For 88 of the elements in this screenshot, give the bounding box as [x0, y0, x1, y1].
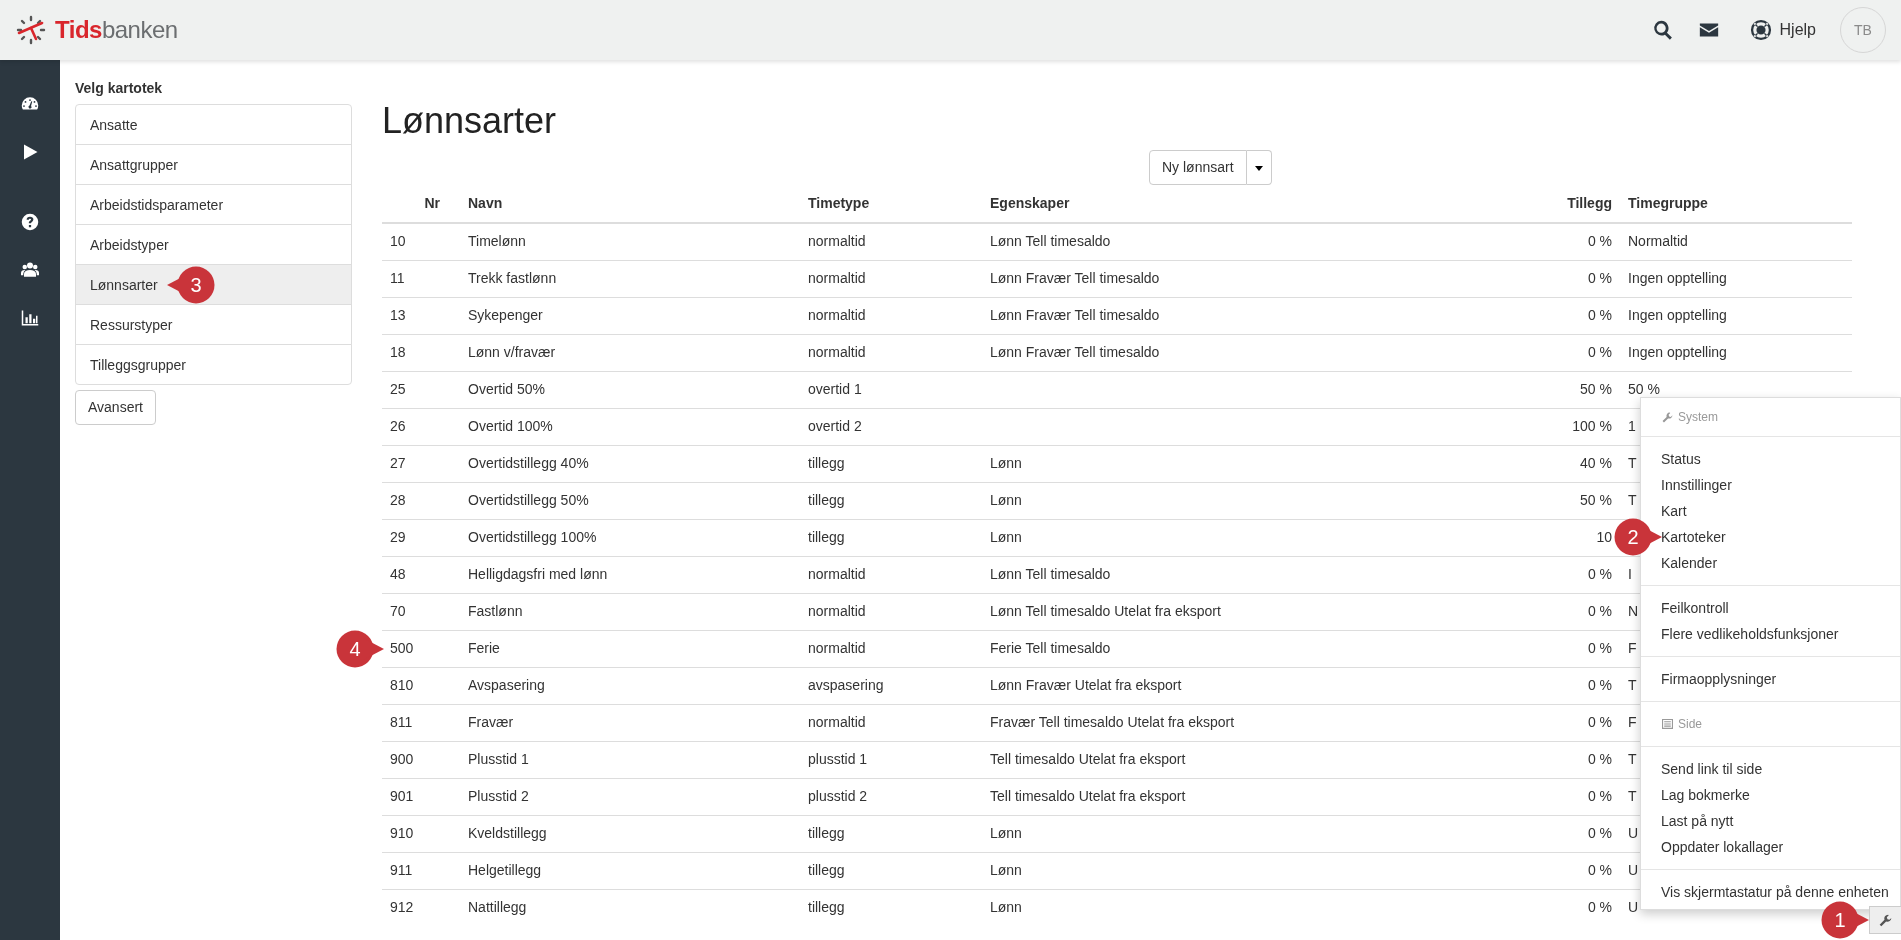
- table-cell: T: [1628, 788, 1637, 805]
- table-cell: T: [1628, 492, 1637, 509]
- table-cell: 0 %: [1587, 751, 1612, 768]
- table-cell: overtid 1: [808, 381, 862, 398]
- callout-tooltip: 1: [1821, 901, 1869, 939]
- table-cell: Ingen opptelling: [1628, 307, 1727, 324]
- table-cell: tillegg: [808, 492, 845, 509]
- column-header: Tillegg: [1540, 185, 1620, 224]
- table-cell: 50 %: [1580, 492, 1612, 509]
- table-cell: avspasering: [808, 677, 884, 694]
- table-cell: Lønn: [990, 899, 1022, 916]
- table-cell: I: [1628, 566, 1632, 583]
- table-cell: Lønn: [990, 862, 1022, 879]
- table-cell: 1: [1628, 418, 1636, 435]
- table-cell: 0 %: [1587, 344, 1612, 361]
- table-cell: T: [1628, 455, 1637, 472]
- table-cell: 10: [1596, 529, 1612, 546]
- menu-header: System: [1678, 409, 1718, 426]
- table-cell: plusstid 2: [808, 788, 868, 805]
- table-cell: Lønn Tell timesaldo: [990, 566, 1111, 583]
- table-cell: normaltid: [808, 603, 866, 620]
- table-cell: U: [1628, 862, 1639, 879]
- table-cell: normaltid: [808, 640, 866, 657]
- table-cell: N: [1628, 603, 1639, 620]
- table-cell: tillegg: [808, 899, 845, 916]
- column-header: Egenskaper: [982, 185, 1540, 224]
- table-cell: 0 %: [1587, 788, 1612, 805]
- table-cell: Lønn Fravær Utelat fra eksport: [990, 677, 1182, 694]
- table-cell: Lønn Tell timesaldo Utelat fra eksport: [990, 603, 1221, 620]
- table-cell: tillegg: [808, 825, 845, 842]
- table-cell: Ingen opptelling: [1628, 344, 1727, 361]
- table-cell: Ingen opptelling: [1628, 270, 1727, 287]
- table-cell: Tell timesaldo Utelat fra eksport: [990, 788, 1186, 805]
- table-cell: normaltid: [808, 344, 866, 361]
- table-cell: 0 %: [1587, 566, 1612, 583]
- table-cell: 0 %: [1587, 603, 1612, 620]
- table-cell: Lønn Fravær Tell timesaldo: [990, 344, 1160, 361]
- table-cell: 0 %: [1587, 640, 1612, 657]
- brand-name: Tidsbanken: [55, 15, 178, 45]
- table-cell: 0 %: [1587, 714, 1612, 731]
- table-cell: normaltid: [808, 270, 866, 287]
- table-cell: Lønn: [990, 492, 1022, 509]
- column-header: Timetype: [800, 185, 982, 224]
- column-header: Nr: [382, 185, 460, 224]
- page-title: Lønnsarter: [382, 99, 558, 143]
- table-cell: 0 %: [1587, 862, 1612, 879]
- callout-tooltip: 4: [336, 629, 384, 668]
- table-cell: normaltid: [808, 714, 866, 731]
- table-cell: Ferie Tell timesaldo: [990, 640, 1111, 657]
- table-cell: tillegg: [808, 455, 845, 472]
- table-cell: Lønn Fravær Tell timesaldo: [990, 270, 1160, 287]
- table-cell: U: [1628, 825, 1639, 842]
- table-cell: 40 %: [1580, 455, 1612, 472]
- table-cell: 100 %: [1572, 418, 1612, 435]
- table-cell: Lønn Fravær Tell timesaldo: [990, 307, 1160, 324]
- table-cell: T: [1628, 751, 1637, 768]
- table-cell: 0 %: [1587, 270, 1612, 287]
- table-cell: Lønn Tell timesaldo: [990, 233, 1111, 250]
- column-header: Navn: [460, 185, 800, 224]
- table-cell: Tell timesaldo Utelat fra eksport: [990, 751, 1186, 768]
- table-cell: normaltid: [808, 566, 866, 583]
- table-cell: F: [1628, 714, 1637, 731]
- table-cell: normaltid: [808, 233, 866, 250]
- table-cell: 0 %: [1587, 307, 1612, 324]
- table-cell: 0 %: [1587, 825, 1612, 842]
- table-cell: plusstid 1: [808, 751, 868, 768]
- table-cell: 0 %: [1587, 677, 1612, 694]
- table-cell: tillegg: [808, 862, 845, 879]
- table-cell: Lønn: [990, 825, 1022, 842]
- table-cell: overtid 2: [808, 418, 862, 435]
- table-cell: T: [1628, 677, 1637, 694]
- table-cell: F: [1628, 640, 1637, 657]
- menu-header: Side: [1678, 716, 1703, 733]
- table-cell: 50 %: [1628, 381, 1660, 398]
- table-cell: U: [1628, 899, 1639, 916]
- table-cell: Lønn: [990, 455, 1022, 472]
- column-header: Timegruppe: [1620, 185, 1852, 224]
- table-cell: 0 %: [1587, 899, 1612, 916]
- callout-tooltip: 2: [1614, 518, 1662, 556]
- table-cell: tillegg: [808, 529, 845, 546]
- callout-tooltip: 3: [167, 265, 215, 304]
- table-cell: Lønn: [990, 529, 1022, 546]
- table-cell: Fravær Tell timesaldo Utelat fra eksport: [990, 714, 1235, 731]
- table-cell: 50 %: [1580, 381, 1612, 398]
- table-cell: 0 %: [1587, 233, 1612, 250]
- panel-title: Velg kartotek: [75, 79, 164, 98]
- table-cell: Normaltid: [1628, 233, 1688, 250]
- table-cell: normaltid: [808, 307, 866, 324]
